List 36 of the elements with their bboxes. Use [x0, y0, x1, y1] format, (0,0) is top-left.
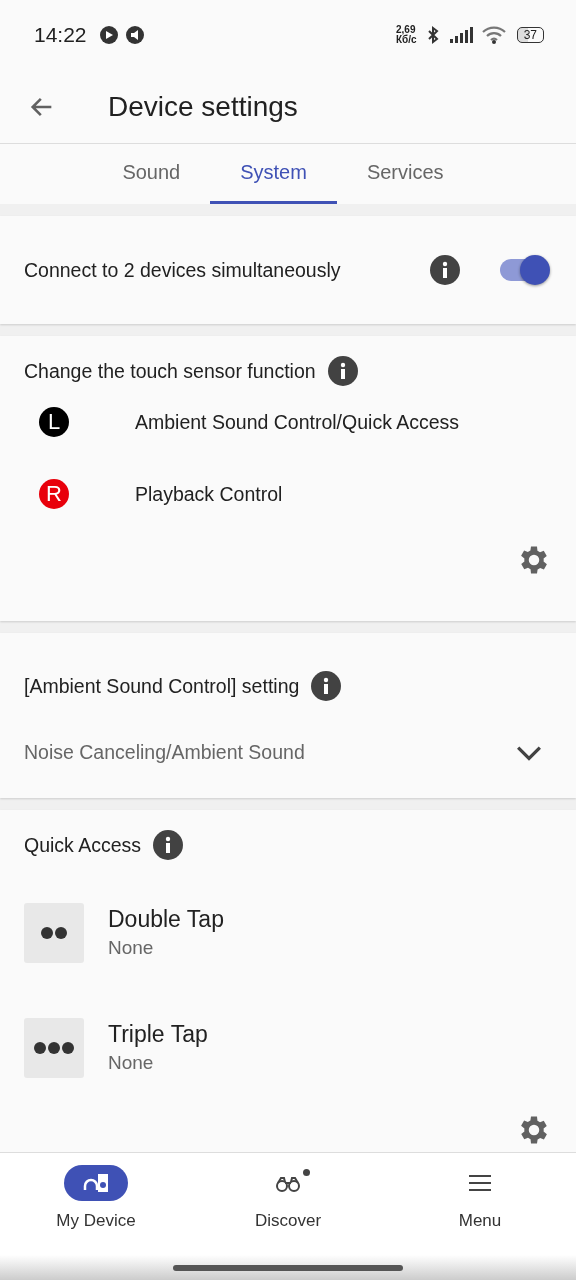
headphones-speaker-icon: [82, 1171, 110, 1195]
tab[interactable]: Services: [336, 144, 474, 204]
side-badge: L: [39, 407, 69, 437]
info-icon[interactable]: [430, 255, 460, 285]
tap-name: Triple Tap: [108, 1021, 208, 1048]
nav-item[interactable]: My Device: [0, 1153, 192, 1255]
tap-value: None: [108, 1052, 155, 1074]
wifi-icon: [480, 25, 507, 45]
tap-name: Double Tap: [108, 906, 224, 933]
info-icon[interactable]: [153, 830, 184, 860]
network-speed: 2,69: [396, 25, 417, 35]
section-title: Change the touch sensor function: [24, 359, 316, 383]
home-indicator[interactable]: [173, 1264, 403, 1271]
tab[interactable]: Sound: [92, 144, 211, 204]
info-icon[interactable]: [311, 671, 342, 701]
clock: 14:22: [34, 23, 87, 47]
section-title: [Ambient Sound Control] setting: [24, 674, 300, 698]
speaker-notification-icon: [124, 25, 145, 45]
tap-value: None: [108, 937, 155, 959]
dropdown[interactable]: Noise Canceling/Ambient Sound: [24, 741, 552, 764]
page-title: Device settings: [108, 90, 298, 123]
section-title: Quick Access: [24, 833, 142, 857]
sensor-function: Ambient Sound Control/Quick Access: [135, 410, 460, 434]
side-badge: R: [39, 479, 69, 509]
signal-icon: [448, 25, 475, 45]
setting-label: Connect to 2 devices simultaneously: [24, 258, 341, 282]
tap-dots-icon: [24, 902, 84, 963]
app-notification-icon: [98, 25, 119, 45]
tab[interactable]: System: [210, 144, 337, 204]
nav-item[interactable]: Discover: [192, 1153, 384, 1255]
info-icon[interactable]: [327, 356, 358, 386]
battery-indicator: 37: [516, 27, 544, 43]
network-speed-unit: Кб/с: [396, 35, 417, 45]
tap-dots-icon: [24, 1017, 84, 1078]
sensor-function: Playback Control: [135, 482, 283, 506]
nav-item[interactable]: Menu: [384, 1153, 576, 1255]
